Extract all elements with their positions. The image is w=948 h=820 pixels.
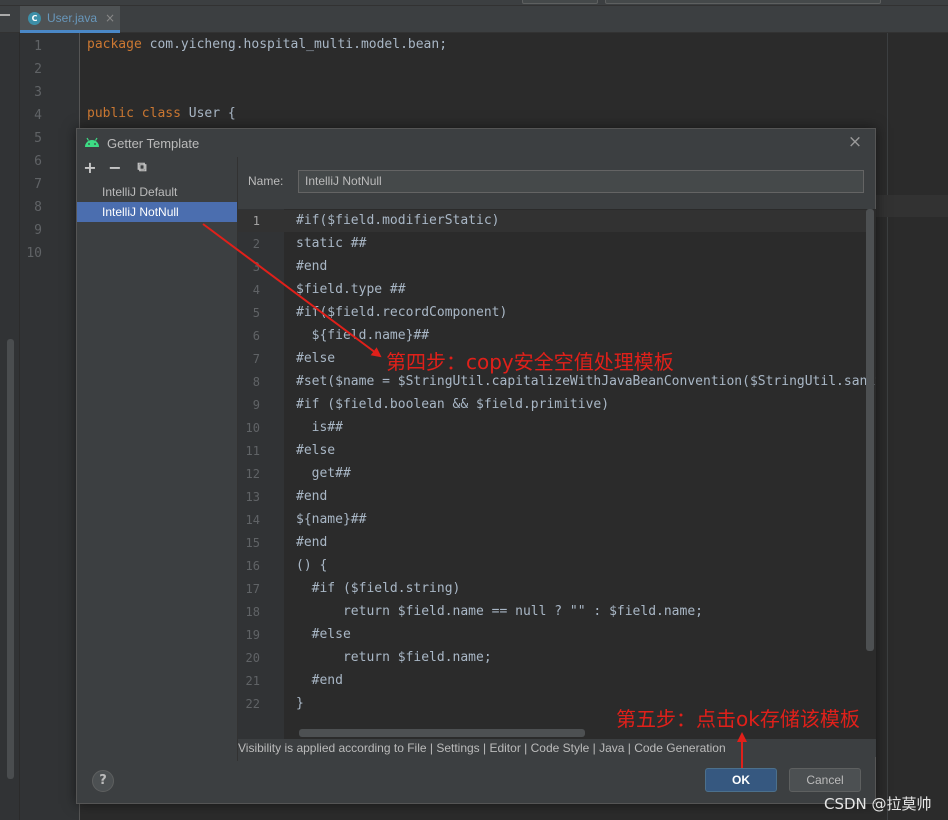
tab-close-icon[interactable]: ×	[105, 11, 115, 25]
main-line-number: 3	[34, 85, 42, 100]
template-code-line: #if($field.modifierStatic)	[296, 213, 500, 228]
template-item-default[interactable]: IntelliJ Default	[77, 182, 237, 202]
template-line-number: 3	[252, 260, 260, 274]
template-line-number: 14	[245, 513, 260, 527]
template-code-line: #if ($field.boolean && $field.primitive)	[296, 397, 610, 412]
template-line-number: 11	[245, 444, 260, 458]
template-code-line: #else	[296, 627, 351, 642]
code-line-package: package com.yicheng.hospital_multi.model…	[87, 37, 448, 52]
template-line-number: 4	[252, 283, 260, 297]
ok-button[interactable]: OK	[705, 768, 777, 792]
template-line-number: 12	[245, 467, 260, 481]
template-code-line: #end	[296, 259, 328, 274]
template-code-line: #set($name = $StringUtil.capitalizeWithJ…	[296, 374, 876, 389]
template-line-number: 10	[245, 421, 260, 435]
android-icon	[85, 137, 99, 147]
java-class-icon: C	[28, 11, 41, 25]
horizontal-scrollbar[interactable]	[299, 729, 585, 737]
step5-annotation: 第五步：点击ok存储该模板	[616, 707, 860, 731]
template-line-number: 17	[245, 582, 260, 596]
template-line-number: 7	[252, 352, 260, 366]
template-code-editor[interactable]: 1 #if($field.modifierStatic) 2 static ## 3 #e…	[238, 209, 876, 739]
line-number-gutter: 1 2 3 4 5 6 7 8 9 10	[20, 33, 80, 820]
template-code-line: #end	[296, 535, 328, 550]
toolbar-combo[interactable]	[522, 0, 598, 4]
template-code-line: static ##	[296, 236, 367, 251]
tab-user-java[interactable]: C User.java ×	[20, 6, 120, 33]
template-line-number: 2	[252, 237, 260, 251]
dialog-title: Getter Template	[107, 136, 200, 151]
template-toolbar: + − ⧉	[77, 157, 237, 181]
left-scrollbar[interactable]	[7, 339, 14, 779]
template-code-line: #if ($field.string)	[296, 581, 461, 596]
name-label: Name:	[248, 174, 284, 188]
template-code-line: #end	[296, 673, 343, 688]
template-line-number: 9	[252, 398, 260, 412]
cancel-button[interactable]: Cancel	[789, 768, 861, 792]
template-line-number: 18	[245, 605, 260, 619]
visibility-footnote: Visibility is applied according to File …	[238, 739, 876, 757]
template-list: IntelliJ Default IntelliJ NotNull	[77, 181, 237, 761]
vertical-scrollbar[interactable]	[866, 209, 874, 651]
main-line-number: 6	[34, 154, 42, 169]
template-line-number: 5	[252, 306, 260, 320]
template-line-number: 21	[245, 674, 260, 688]
dialog-title-bar: Getter Template ×	[77, 129, 875, 157]
toolbar-combo-wide[interactable]	[605, 0, 881, 4]
template-code-line: get##	[296, 466, 351, 481]
main-line-number: 5	[34, 131, 42, 146]
template-line-number: 6	[252, 329, 260, 343]
step4-annotation: 第四步：copy安全空值处理模板	[386, 350, 674, 374]
help-button[interactable]: ?	[92, 770, 114, 792]
editor-tab-bar: C User.java ×	[0, 6, 948, 33]
main-line-number: 2	[34, 62, 42, 77]
template-code-line: return $field.name;	[296, 650, 492, 665]
left-tool-strip	[0, 33, 20, 820]
main-line-number: 8	[34, 200, 42, 215]
template-code-line: is##	[296, 420, 343, 435]
right-divider	[887, 33, 888, 820]
template-code-line: }	[296, 696, 304, 711]
csdn-watermark: CSDN @拉莫帅	[824, 795, 932, 813]
main-line-number: 4	[34, 108, 42, 123]
template-code-line: $field.type ##	[296, 282, 406, 297]
template-line-number: 15	[245, 536, 260, 550]
template-code-line: #if($field.recordComponent)	[296, 305, 508, 320]
template-line-number: 19	[245, 628, 260, 642]
template-code-line: return $field.name == null ? "" : $field…	[296, 604, 703, 619]
template-item-notnull[interactable]: IntelliJ NotNull	[77, 202, 237, 222]
template-code-line: () {	[296, 558, 328, 573]
main-line-number: 9	[34, 223, 42, 238]
template-code-line: #else	[296, 443, 336, 458]
template-code-line: #else	[296, 351, 336, 366]
add-icon[interactable]: +	[81, 159, 99, 177]
name-field[interactable]: IntelliJ NotNull	[298, 170, 864, 193]
template-code-line: ${name}##	[296, 512, 367, 527]
template-line-number: 20	[245, 651, 260, 665]
template-line-number: 16	[245, 559, 260, 573]
template-line-number: 1	[252, 214, 260, 228]
remove-icon[interactable]: −	[106, 159, 124, 177]
main-line-number: 10	[26, 246, 42, 261]
copy-icon[interactable]: ⧉	[133, 159, 151, 177]
main-line-number: 1	[34, 39, 42, 54]
caret-row-highlight	[876, 195, 948, 217]
close-icon[interactable]: ×	[845, 132, 865, 152]
tab-filename: User.java	[47, 11, 98, 25]
code-line-class: public class User {	[87, 106, 236, 121]
template-line-number: 13	[245, 490, 260, 504]
template-code-line: ${field.name}##	[296, 328, 430, 343]
template-code-line: #end	[296, 489, 328, 504]
main-line-number: 7	[34, 177, 42, 192]
template-line-number: 8	[252, 375, 260, 389]
template-line-number: 22	[245, 697, 260, 711]
minimize-icon[interactable]	[0, 14, 10, 16]
